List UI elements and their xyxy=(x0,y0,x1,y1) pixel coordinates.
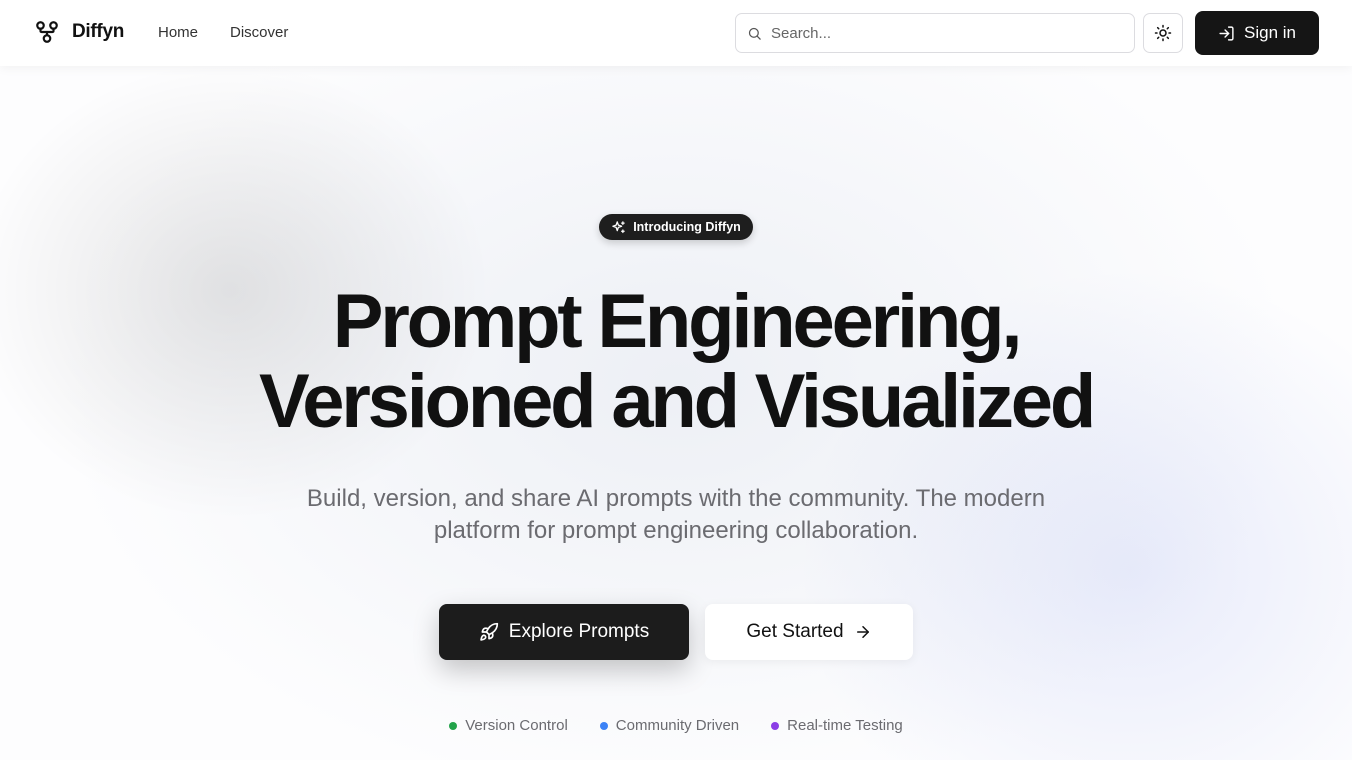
git-fork-icon xyxy=(36,21,58,43)
search-bar[interactable] xyxy=(735,13,1135,53)
intro-badge: Introducing Diffyn xyxy=(599,214,753,240)
feature-dot xyxy=(771,721,780,730)
feature-item: Real-time Testing xyxy=(771,717,903,734)
feature-label: Version Control xyxy=(465,717,568,734)
headline-line-1: Prompt Engineering, xyxy=(332,279,1023,364)
explore-prompts-button[interactable]: Explore Prompts xyxy=(439,604,689,660)
brand-logo[interactable]: Diffyn xyxy=(34,19,124,45)
intro-badge-label: Introducing Diffyn xyxy=(633,220,741,234)
main-nav: Home Discover xyxy=(158,24,288,41)
sparkles-icon xyxy=(612,220,625,233)
feature-label: Community Driven xyxy=(615,717,740,734)
search-icon xyxy=(748,27,761,40)
hero-headline: Prompt Engineering, Versioned and Visual… xyxy=(0,282,1352,442)
log-in-icon xyxy=(1219,25,1234,41)
feature-dot xyxy=(449,721,458,730)
feature-list: Version Control Community Driven Real-ti… xyxy=(0,717,1352,734)
get-started-button[interactable]: Get Started xyxy=(705,604,913,660)
feature-item: Version Control xyxy=(449,717,568,734)
get-started-label: Get Started xyxy=(746,621,844,642)
headline-line-2: Versioned and Visualized xyxy=(258,359,1096,444)
sun-icon xyxy=(1154,24,1172,42)
sign-in-label: Sign in xyxy=(1244,23,1296,42)
nav-discover[interactable]: Discover xyxy=(230,24,288,41)
search-input[interactable] xyxy=(771,24,1111,42)
rocket-icon xyxy=(480,622,498,641)
hero-subtitle: Build, version, and share AI prompts wit… xyxy=(306,485,1046,544)
feature-item: Community Driven xyxy=(599,717,740,734)
feature-label: Real-time Testing xyxy=(787,717,903,734)
explore-prompts-label: Explore Prompts xyxy=(508,621,650,642)
feature-dot xyxy=(599,721,608,730)
hero-section: Introducing Diffyn Prompt Engineering, V… xyxy=(0,66,1352,760)
theme-toggle-button[interactable] xyxy=(1143,13,1183,53)
nav-home[interactable]: Home xyxy=(158,24,198,41)
top-navbar: Diffyn Home Discover Sign in xyxy=(0,0,1352,66)
sign-in-button[interactable]: Sign in xyxy=(1195,11,1319,55)
brand-name: Diffyn xyxy=(72,21,125,42)
arrow-right-icon xyxy=(856,626,869,638)
